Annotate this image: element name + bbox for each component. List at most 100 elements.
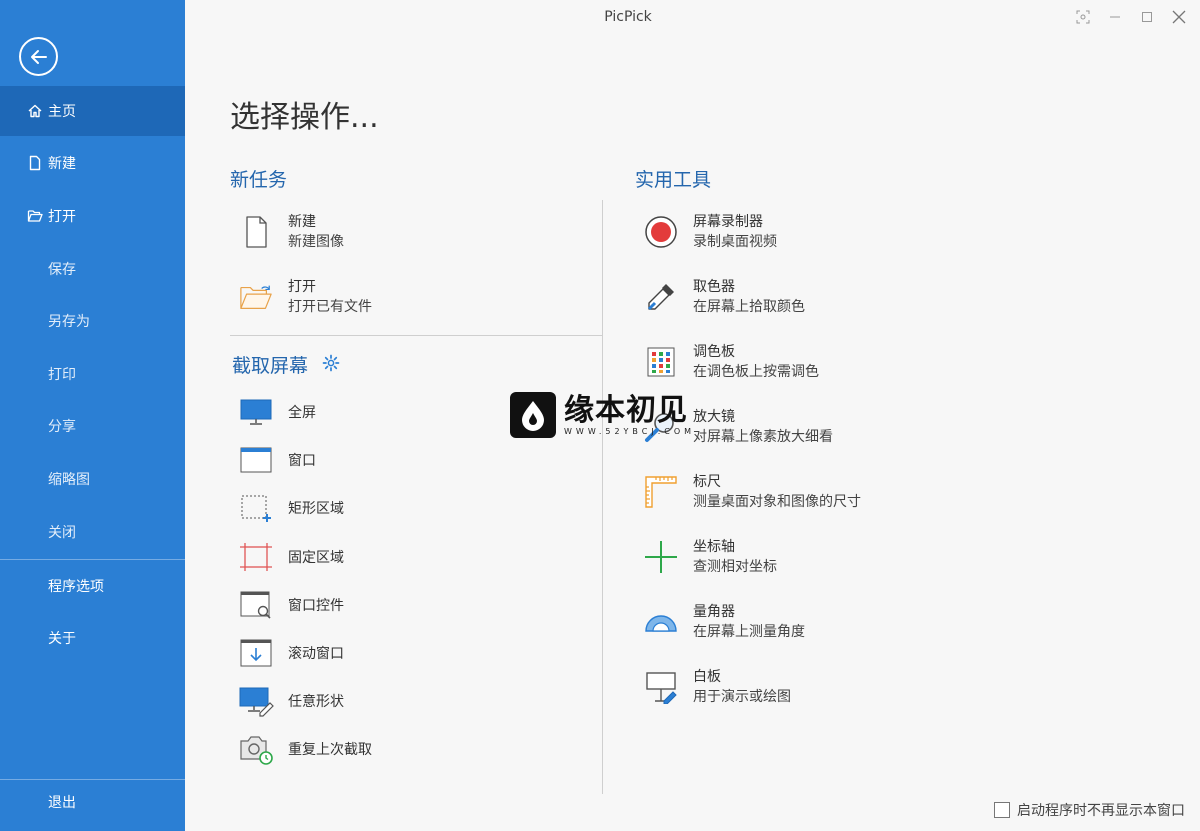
sidebar-item-print[interactable]: 打印: [0, 349, 185, 399]
capture-settings-button[interactable]: [322, 354, 340, 376]
tool-title: 标尺: [693, 474, 721, 490]
sidebar-item-label: 打开: [48, 209, 76, 225]
sidebar-item-new[interactable]: 新建: [0, 138, 185, 188]
section-divider: [230, 335, 602, 336]
capture-label: 任意形状: [288, 694, 344, 710]
capture-fullscreen[interactable]: 全屏: [238, 395, 316, 429]
tool-desc: 在屏幕上拾取颜色: [693, 299, 805, 315]
page-title: 选择操作...: [230, 100, 379, 135]
close-button[interactable]: [1167, 6, 1191, 28]
capture-label: 窗口控件: [288, 598, 344, 614]
maximize-button[interactable]: [1135, 6, 1159, 28]
item-desc: 打开已有文件: [288, 299, 372, 315]
crosshair-icon: [644, 540, 678, 574]
arrow-left-icon: [30, 49, 47, 64]
tool-title: 白板: [693, 669, 721, 685]
sidebar-item-open[interactable]: 打开: [0, 191, 185, 241]
sidebar-item-label: 关闭: [48, 525, 76, 541]
tool-color-palette[interactable]: 调色板 在调色板上按需调色: [644, 342, 819, 382]
watermark-text: 缘本初见: [564, 392, 688, 428]
tool-desc: 在屏幕上测量角度: [693, 624, 805, 640]
capture-label: 矩形区域: [288, 501, 344, 517]
tool-title: 调色板: [693, 344, 735, 360]
tool-whiteboard[interactable]: 白板 用于演示或绘图: [644, 667, 791, 707]
capture-label: 全屏: [288, 405, 316, 421]
sidebar-item-about[interactable]: 关于: [0, 613, 185, 663]
startup-checkbox-row[interactable]: 启动程序时不再显示本窗口: [994, 800, 1185, 820]
watermark: 缘本初见 WWW.52YBCJ.COM: [510, 392, 695, 438]
window-icon: [238, 443, 274, 477]
sidebar-item-label: 打印: [48, 367, 76, 383]
scroll-window-icon: [238, 636, 274, 670]
capture-heading: 截取屏幕: [232, 355, 309, 377]
tool-color-picker[interactable]: 取色器 在屏幕上拾取颜色: [644, 277, 805, 317]
eyedropper-icon: [644, 280, 678, 314]
capture-window-button[interactable]: [1071, 6, 1095, 28]
open-file-item[interactable]: 打开 打开已有文件: [239, 277, 372, 317]
column-divider: [602, 200, 603, 794]
freehand-monitor-icon: [238, 684, 274, 718]
sidebar-item-share[interactable]: 分享: [0, 401, 185, 451]
tool-screen-recorder[interactable]: 屏幕录制器 录制桌面视频: [644, 212, 777, 252]
capture-window[interactable]: 窗口: [238, 443, 316, 477]
sidebar-item-thumbnails[interactable]: 缩略图: [0, 454, 185, 504]
minimize-icon: [1110, 16, 1120, 18]
capture-window-control[interactable]: 窗口控件: [238, 588, 344, 622]
minimize-button[interactable]: [1103, 6, 1127, 28]
capture-region[interactable]: 矩形区域: [238, 491, 344, 525]
back-button[interactable]: [19, 37, 58, 76]
item-title: 新建: [288, 214, 316, 230]
sidebar-item-home[interactable]: 主页: [0, 86, 185, 136]
watermark-logo-icon: [510, 392, 556, 438]
new-file-icon: [239, 215, 273, 249]
capture-fixed-region[interactable]: 固定区域: [238, 540, 344, 574]
startup-checkbox-label: 启动程序时不再显示本窗口: [1017, 803, 1185, 819]
sidebar-item-label: 新建: [48, 156, 76, 172]
whiteboard-icon: [644, 670, 678, 704]
tool-ruler[interactable]: 标尺 测量桌面对象和图像的尺寸: [644, 472, 861, 512]
tool-desc: 录制桌面视频: [693, 234, 777, 250]
capture-repeat-last[interactable]: 重复上次截取: [238, 732, 372, 766]
capture-freehand[interactable]: 任意形状: [238, 684, 344, 718]
capture-label: 滚动窗口: [288, 646, 344, 662]
maximize-icon: [1142, 12, 1152, 22]
capture-label: 窗口: [288, 453, 316, 469]
capture-scrolling-window[interactable]: 滚动窗口: [238, 636, 344, 670]
tool-desc: 在调色板上按需调色: [693, 364, 819, 380]
sidebar-item-label: 退出: [48, 795, 76, 811]
tool-desc: 对屏幕上像素放大细看: [693, 429, 833, 445]
startup-checkbox[interactable]: [994, 802, 1010, 818]
gear-icon: [322, 354, 340, 372]
capture-label: 重复上次截取: [288, 742, 372, 758]
sidebar-item-label: 缩略图: [48, 472, 90, 488]
tool-crosshair[interactable]: 坐标轴 查测相对坐标: [644, 537, 777, 577]
tool-desc: 用于演示或绘图: [693, 689, 791, 705]
tool-title: 量角器: [693, 604, 735, 620]
home-icon: [27, 103, 43, 119]
fixed-region-icon: [238, 540, 274, 574]
tool-desc: 测量桌面对象和图像的尺寸: [693, 494, 861, 510]
sidebar-item-options[interactable]: 程序选项: [0, 561, 185, 611]
sidebar-item-label: 分享: [48, 419, 76, 435]
camera-repeat-icon: [238, 732, 274, 766]
tool-desc: 查测相对坐标: [693, 559, 777, 575]
new-task-heading: 新任务: [230, 169, 288, 191]
sidebar-item-save-as[interactable]: 另存为: [0, 296, 185, 346]
sidebar-item-exit[interactable]: 退出: [0, 777, 185, 827]
new-image-item[interactable]: 新建 新建图像: [239, 212, 344, 252]
ruler-icon: [644, 475, 678, 509]
sidebar-item-save[interactable]: 保存: [0, 244, 185, 294]
screenshot-icon: [1076, 10, 1090, 24]
tool-title: 坐标轴: [693, 539, 735, 555]
tool-title: 取色器: [693, 279, 735, 295]
sidebar-item-label: 另存为: [48, 314, 90, 330]
tool-protractor[interactable]: 量角器 在屏幕上测量角度: [644, 602, 805, 642]
rectangle-select-icon: [238, 491, 274, 525]
tool-title: 放大镜: [693, 409, 735, 425]
window-control-icon: [238, 588, 274, 622]
sidebar-item-close[interactable]: 关闭: [0, 507, 185, 557]
palette-grid-icon: [644, 345, 678, 379]
item-title: 打开: [288, 279, 316, 295]
sidebar-item-label: 关于: [48, 631, 76, 647]
tools-heading: 实用工具: [635, 169, 712, 191]
